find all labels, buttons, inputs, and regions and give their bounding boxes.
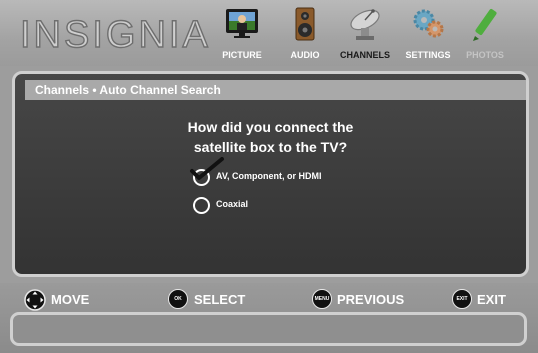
option-av-component-hdmi[interactable]: AV, Component, or HDMI	[190, 157, 373, 189]
menu-item-label: CHANNELS	[339, 50, 390, 60]
hint-label: PREVIOUS	[337, 292, 405, 307]
hint-exit: EXIT EXIT	[452, 289, 522, 311]
question-line-1: How did you connect the	[187, 119, 354, 135]
hint-select: OK ENTER SELECT	[168, 289, 258, 320]
satellite-dish-icon	[346, 6, 384, 49]
hint-label: SELECT	[194, 292, 246, 307]
radio-unselected	[193, 197, 210, 214]
option-coaxial[interactable]: Coaxial	[193, 197, 293, 217]
menu-item-label: PICTURE	[222, 50, 262, 60]
hint-previous: MENU PREVIOUS	[312, 289, 422, 311]
breadcrumb-bar: Channels • Auto Channel Search	[25, 80, 526, 100]
question-line-2: satellite box to the TV?	[193, 139, 348, 155]
menu-item-audio[interactable]: AUDIO	[282, 0, 328, 66]
ok-enter-icon: OK ENTER	[168, 289, 188, 320]
menu-item-picture[interactable]: PICTURE	[214, 0, 270, 66]
menu-item-settings[interactable]: SETTINGS	[400, 0, 456, 66]
help-text-box	[10, 312, 527, 346]
menu-item-label: SETTINGS	[405, 50, 451, 60]
remote-hints-bar: MOVE OK ENTER SELECT MENU PREVIOUS EXIT …	[0, 283, 538, 353]
hint-move: MOVE	[24, 289, 104, 311]
menu-icon: MENU	[312, 289, 332, 309]
connection-question: How did you connect the satellite box to…	[15, 117, 526, 157]
menu-item-photos[interactable]: PHOTOS	[458, 0, 512, 66]
hint-label: MOVE	[51, 292, 90, 307]
speaker-icon	[294, 6, 316, 47]
menu-item-channels[interactable]: CHANNELS	[333, 0, 397, 66]
pencil-icon	[468, 6, 502, 47]
breadcrumb: Channels • Auto Channel Search	[35, 83, 221, 97]
menu-item-label: AUDIO	[290, 50, 320, 60]
menu-item-label: PHOTOS	[466, 50, 504, 60]
hint-label: EXIT	[477, 292, 506, 307]
top-menu-bar: INSIGNIA PICTURE AUDIO CHANNELS SETTINGS…	[0, 0, 538, 66]
brand-logo: INSIGNIA	[19, 13, 211, 56]
option-label: AV, Component, or HDMI	[216, 171, 322, 181]
auto-channel-search-panel: Channels • Auto Channel Search How did y…	[12, 71, 529, 277]
tv-icon	[224, 6, 260, 45]
option-label: Coaxial	[216, 199, 249, 209]
exit-icon: EXIT	[452, 289, 472, 309]
gears-icon	[410, 6, 446, 45]
